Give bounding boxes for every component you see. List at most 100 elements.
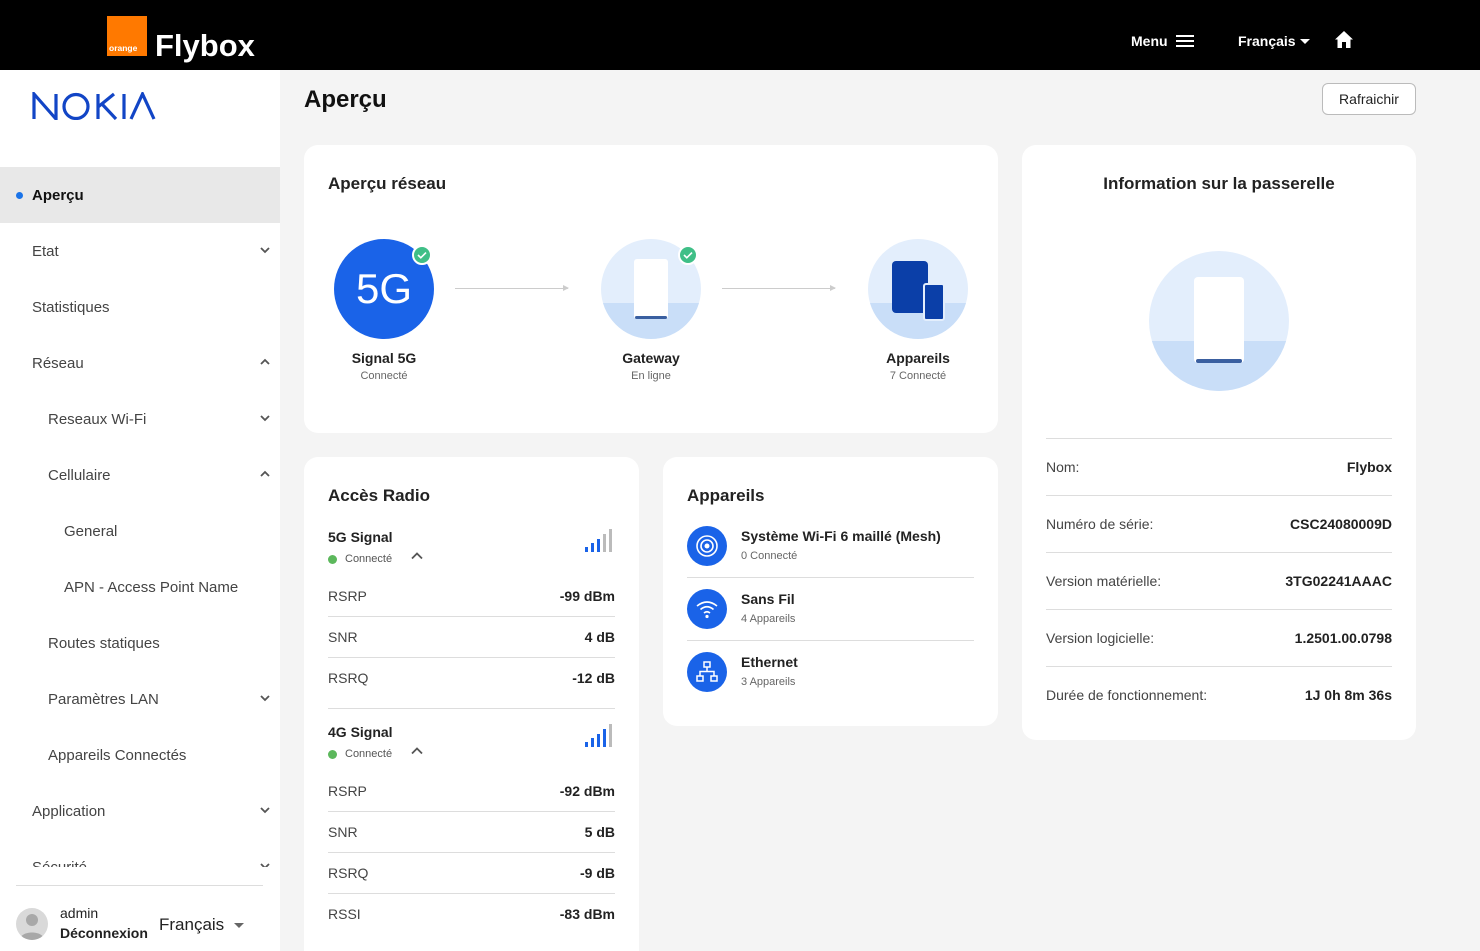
network-overview-card: Aperçu réseau 5G Signal 5G Connecté Gate… [304,145,998,433]
sidebar-item-parametres-lan[interactable]: Paramètres LAN [0,671,280,727]
node-appareils: Appareils 7 Connecté [868,239,968,382]
info-row: Durée de fonctionnement: 1J 0h 8m 36s [1046,666,1392,723]
user-icon [20,914,44,940]
sidebar: Aperçu Etat Statistiques Réseau Reseaux … [0,70,280,951]
device-name: Système Wi-Fi 6 maillé (Mesh) [741,528,941,544]
avatar [16,908,48,940]
device-item-ethernet[interactable]: Ethernet 3 Appareils [687,644,974,707]
node-status: Connecté [360,370,408,382]
info-key: Durée de fonctionnement: [1046,687,1208,703]
network-overview-title: Aperçu réseau [328,174,447,193]
radio-access-title: Accès Radio [328,486,431,505]
signal-row: RSRP -99 dBm [328,575,615,616]
check-icon [678,245,698,265]
signal-5g-title: 5G Signal [328,529,393,545]
signal-row-value: -83 dBm [559,906,615,922]
signal-row-key: RSRP [328,587,367,604]
language-selector[interactable]: Français [1238,33,1310,49]
radio-access-card: Accès Radio 5G Signal Connecté RSRP -99 … [304,457,639,951]
sidebar-item-routes-statiques[interactable]: Routes statiques [0,615,280,671]
signal-row-key: SNR [328,824,358,840]
logout-link[interactable]: Déconnexion [60,925,148,941]
devices-card: Appareils Système Wi-Fi 6 maillé (Mesh) … [663,457,998,726]
sidebar-language-select[interactable]: Français [159,915,245,935]
device-count: 4 Appareils [741,613,796,625]
sidebar-nav: Aperçu Etat Statistiques Réseau Reseaux … [0,167,280,867]
connector-arrow [722,285,836,291]
orange-logo: orange [107,16,147,56]
top-bar: orange Flybox Menu Français [0,0,1480,70]
chevron-up-icon[interactable] [411,551,423,561]
sidebar-item-etat[interactable]: Etat [0,223,280,279]
signal-5g-status: Connecté [328,553,392,565]
device-name: Ethernet [741,654,798,670]
active-indicator [16,192,23,199]
section-divider [328,708,615,709]
home-icon[interactable] [1334,30,1354,50]
sidebar-item-apercu[interactable]: Aperçu [0,167,280,223]
signal-bars-icon [585,529,612,552]
menu-button[interactable]: Menu [1131,33,1194,49]
signal-row-value: -99 dBm [559,587,615,604]
signal-row-value: -12 dB [572,670,615,686]
signal-row: RSRQ -12 dB [328,657,615,698]
info-value: CSC24080009D [1290,516,1392,532]
device-item-wifi[interactable]: Sans Fil 4 Appareils [687,581,974,644]
device-item-mesh[interactable]: Système Wi-Fi 6 maillé (Mesh) 0 Connecté [687,518,974,581]
sidebar-item-reseaux-wifi[interactable]: Reseaux Wi-Fi [0,391,280,447]
menu-label: Menu [1131,33,1168,49]
refresh-button[interactable]: Rafraichir [1322,83,1416,115]
sidebar-item-reseau[interactable]: Réseau [0,335,280,391]
signal-row: SNR 4 dB [328,616,615,657]
gateway-info-card: Information sur la passerelle Nom: Flybo… [1022,145,1416,740]
node-label: Signal 5G [351,350,417,366]
info-row: Version matérielle: 3TG02241AAAC [1046,552,1392,609]
chevron-down-icon [260,807,270,814]
signal-row-value: 4 dB [584,629,615,645]
gateway-info-title: Information sur la passerelle [1103,174,1335,193]
sidebar-item-statistiques[interactable]: Statistiques [0,279,280,335]
signal-row-key: RSRP [328,782,367,799]
sidebar-item-cellulaire[interactable]: Cellulaire [0,447,280,503]
language-label: Français [1238,33,1296,49]
status-label: Connecté [345,748,393,760]
chevron-down-icon [260,695,270,702]
info-key: Nom: [1046,459,1080,475]
chevron-up-icon[interactable] [411,746,423,756]
signal-row: RSRP -92 dBm [328,770,615,811]
sidebar-language-label: Français [159,915,225,934]
nokia-logo [32,92,156,120]
device-count: 0 Connecté [741,550,798,562]
signal-row-key: SNR [328,629,358,645]
sidebar-item-label: Réseau [32,354,84,372]
list-divider [687,640,974,641]
signal-row-value: -9 dB [580,865,615,881]
sidebar-item-label: Statistiques [32,298,110,316]
sidebar-item-general[interactable]: General [0,503,280,559]
ethernet-icon [687,652,727,692]
device-count: 3 Appareils [741,676,796,688]
caret-down-icon [1299,38,1310,44]
info-value: 1.2501.00.0798 [1294,630,1392,646]
gateway-illustration-icon [1149,251,1289,391]
user-name: admin [60,905,99,921]
node-label: Appareils [886,350,950,366]
chevron-down-icon [260,415,270,422]
sidebar-divider [16,885,263,886]
devices-icon [868,239,968,339]
sidebar-item-appareils-connectes[interactable]: Appareils Connectés [0,727,280,783]
chevron-up-icon [260,358,270,365]
sidebar-item-apn[interactable]: APN - Access Point Name [0,559,280,615]
signal-row: RSRQ -9 dB [328,852,615,893]
node-status: En ligne [631,370,671,382]
signal-bars-icon [585,724,612,747]
sidebar-item-application[interactable]: Application [0,783,280,839]
sidebar-item-securite[interactable]: Sécurité [0,839,280,867]
info-key: Numéro de série: [1046,516,1154,532]
orange-logo-text: orange [109,43,138,53]
list-divider [687,577,974,578]
sidebar-item-label: Aperçu [32,186,84,204]
brand-title: Flybox [155,28,255,63]
sidebar-item-label: Application [32,802,106,820]
5g-badge: 5G [355,265,413,312]
